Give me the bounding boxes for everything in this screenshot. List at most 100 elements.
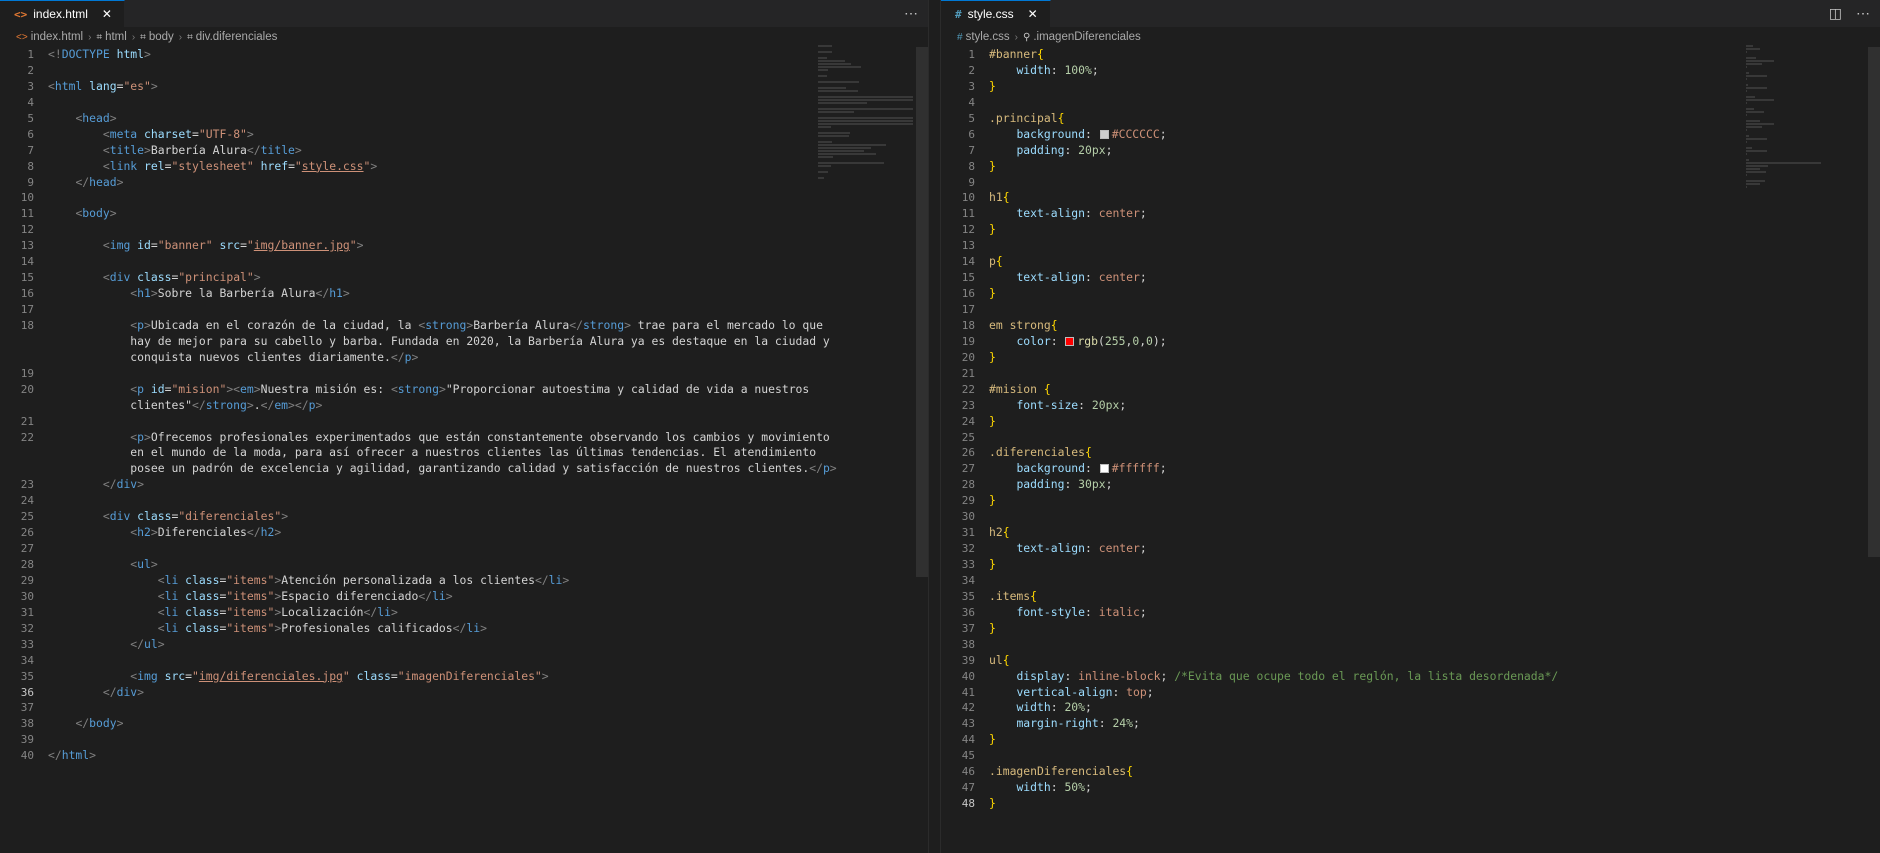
code-line[interactable]: 4 bbox=[0, 95, 928, 111]
code-line[interactable]: 31 <li class="items">Localización</li> bbox=[0, 605, 928, 621]
code-line[interactable]: 40 </html> bbox=[0, 748, 928, 764]
code-line[interactable]: 13 <img id="banner" src="img/banner.jpg"… bbox=[0, 238, 928, 254]
color-swatch[interactable] bbox=[1099, 129, 1109, 139]
code-line[interactable]: 37 bbox=[0, 700, 928, 716]
code-line[interactable]: hay de mejor para su cabello y barba. Fu… bbox=[0, 334, 928, 350]
code-line[interactable]: 23 </div> bbox=[0, 477, 928, 493]
code-line[interactable]: 36 font-style: italic; bbox=[941, 605, 1880, 621]
code-line[interactable]: 15 text-align: center; bbox=[941, 270, 1880, 286]
breadcrumb-item-file[interactable]: # style.css bbox=[957, 31, 1010, 43]
minimap[interactable] bbox=[1746, 45, 1841, 188]
breadcrumb-item-html[interactable]: ⌗ html bbox=[96, 31, 126, 43]
code-line[interactable]: 32 text-align: center; bbox=[941, 541, 1880, 557]
code-line[interactable]: 22 <p>Ofrecemos profesionales experiment… bbox=[0, 430, 928, 446]
code-line[interactable]: 12 bbox=[0, 222, 928, 238]
code-line[interactable]: 44} bbox=[941, 732, 1880, 748]
code-line[interactable]: 33} bbox=[941, 557, 1880, 573]
code-line[interactable]: 46 .imagenDiferenciales{ bbox=[941, 764, 1880, 780]
code-line[interactable]: 6 background: #CCCCCC; bbox=[941, 127, 1880, 143]
code-line[interactable]: conquista nuevos clientes diariamente.</… bbox=[0, 350, 928, 366]
code-line[interactable]: 2 bbox=[0, 63, 928, 79]
code-line[interactable]: 34 bbox=[941, 573, 1880, 589]
tab-style-css[interactable]: # style.css ✕ bbox=[941, 0, 1051, 27]
code-line[interactable]: 24} bbox=[941, 414, 1880, 430]
code-editor-css[interactable]: 1 #banner{2 width: 100%; 3} 4 5 .principal{6 … bbox=[941, 47, 1880, 853]
scrollbar-thumb[interactable] bbox=[916, 47, 928, 577]
code-line[interactable]: clientes"</strong>.</em></p> bbox=[0, 398, 928, 414]
code-line[interactable]: 6 <meta charset="UTF-8"> bbox=[0, 127, 928, 143]
code-line[interactable]: 35 <img src="img/diferenciales.jpg" clas… bbox=[0, 669, 928, 685]
more-actions-icon[interactable]: ⋯ bbox=[904, 5, 918, 22]
code-line[interactable]: 42 width: 20%; bbox=[941, 700, 1880, 716]
code-line[interactable]: 43 margin-right: 24%; bbox=[941, 716, 1880, 732]
code-line[interactable]: 5 <head> bbox=[0, 111, 928, 127]
code-line[interactable]: 39 ul{ bbox=[941, 653, 1880, 669]
split-editor-icon[interactable]: ◫ bbox=[1829, 5, 1842, 22]
code-line[interactable]: 32 <li class="items">Profesionales calif… bbox=[0, 621, 928, 637]
breadcrumb-item-selector[interactable]: ⚲ .imagenDiferenciales bbox=[1023, 31, 1141, 43]
color-swatch[interactable] bbox=[1099, 464, 1109, 474]
code-line[interactable]: 41 vertical-align: top; bbox=[941, 685, 1880, 701]
code-line[interactable]: 25 <div class="diferenciales"> bbox=[0, 509, 928, 525]
code-line[interactable]: 33 </ul> bbox=[0, 637, 928, 653]
breadcrumb-item-file[interactable]: <> index.html bbox=[16, 31, 83, 43]
code-line[interactable]: 17 bbox=[941, 302, 1880, 318]
code-line[interactable]: 10 h1{ bbox=[941, 190, 1880, 206]
breadcrumb-item-body[interactable]: ⌗ body bbox=[140, 31, 174, 43]
code-line[interactable]: 20} bbox=[941, 350, 1880, 366]
vertical-scrollbar[interactable] bbox=[916, 47, 928, 853]
code-line[interactable]: en el mundo de la moda, para así ofrecer… bbox=[0, 445, 928, 461]
color-swatch[interactable] bbox=[1065, 336, 1075, 346]
code-line[interactable]: 12} bbox=[941, 222, 1880, 238]
code-line[interactable]: 45 bbox=[941, 748, 1880, 764]
code-line[interactable]: 11 text-align: center; bbox=[941, 206, 1880, 222]
code-line[interactable]: 3} bbox=[941, 79, 1880, 95]
code-line[interactable]: 3 <html lang="es"> bbox=[0, 79, 928, 95]
code-line[interactable]: 27 bbox=[0, 541, 928, 557]
code-line[interactable]: 28 <ul> bbox=[0, 557, 928, 573]
scrollbar-thumb[interactable] bbox=[1868, 47, 1880, 557]
code-line[interactable]: 7 padding: 20px; bbox=[941, 143, 1880, 159]
code-line[interactable]: posee un padrón de excelencia y agilidad… bbox=[0, 461, 928, 477]
code-line[interactable]: 29 <li class="items">Atención personaliz… bbox=[0, 573, 928, 589]
editor-split-sash[interactable] bbox=[928, 0, 941, 853]
code-line[interactable]: 13 bbox=[941, 238, 1880, 254]
code-line[interactable]: 30 <li class="items">Espacio diferenciad… bbox=[0, 589, 928, 605]
code-line[interactable]: 31 h2{ bbox=[941, 525, 1880, 541]
code-line[interactable]: 28 padding: 30px; bbox=[941, 477, 1880, 493]
code-line[interactable]: 2 width: 100%; bbox=[941, 63, 1880, 79]
close-icon[interactable]: ✕ bbox=[100, 7, 114, 21]
code-line[interactable]: 21 bbox=[0, 414, 928, 430]
code-line[interactable]: 9 </head> bbox=[0, 175, 928, 191]
code-line[interactable]: 34 bbox=[0, 653, 928, 669]
code-line[interactable]: 18 em strong{ bbox=[941, 318, 1880, 334]
code-line[interactable]: 17 bbox=[0, 302, 928, 318]
code-line[interactable]: 36 </div> bbox=[0, 685, 928, 701]
code-line[interactable]: 19 color: rgb(255,0,0); bbox=[941, 334, 1880, 350]
code-line[interactable]: 16 <h1>Sobre la Barbería Alura</h1> bbox=[0, 286, 928, 302]
code-line[interactable]: 14 bbox=[0, 254, 928, 270]
code-line[interactable]: 39 bbox=[0, 732, 928, 748]
minimap[interactable] bbox=[818, 45, 913, 179]
code-line[interactable]: 1 <!DOCTYPE html> bbox=[0, 47, 928, 63]
code-line[interactable]: 35 .items{ bbox=[941, 589, 1880, 605]
code-line[interactable]: 26 <h2>Diferenciales</h2> bbox=[0, 525, 928, 541]
code-line[interactable]: 24 bbox=[0, 493, 928, 509]
code-line[interactable]: 19 bbox=[0, 366, 928, 382]
code-line[interactable]: 47 width: 50%; bbox=[941, 780, 1880, 796]
code-line[interactable]: 16} bbox=[941, 286, 1880, 302]
code-line[interactable]: 21 bbox=[941, 366, 1880, 382]
code-line[interactable]: 11 <body> bbox=[0, 206, 928, 222]
breadcrumb-item-div[interactable]: ⌗ div.diferenciales bbox=[187, 31, 277, 43]
code-line[interactable]: 20 <p id="mision"><em>Nuestra misión es:… bbox=[0, 382, 928, 398]
code-line[interactable]: 40 display: inline-block; /*Evita que oc… bbox=[941, 669, 1880, 685]
code-line[interactable]: 37} bbox=[941, 621, 1880, 637]
code-line[interactable]: 1 #banner{ bbox=[941, 47, 1880, 63]
code-line[interactable]: 14 p{ bbox=[941, 254, 1880, 270]
code-line[interactable]: 15 <div class="principal"> bbox=[0, 270, 928, 286]
code-line[interactable]: 30 bbox=[941, 509, 1880, 525]
code-line[interactable]: 26 .diferenciales{ bbox=[941, 445, 1880, 461]
code-line[interactable]: 10 bbox=[0, 190, 928, 206]
code-line[interactable]: 4 bbox=[941, 95, 1880, 111]
code-line[interactable]: 23 font-size: 20px; bbox=[941, 398, 1880, 414]
